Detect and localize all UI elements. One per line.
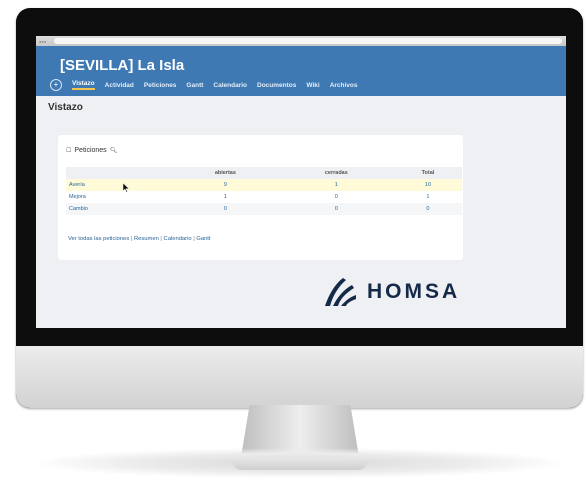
total-count-link[interactable]: 0: [393, 203, 462, 215]
tab-peticiones[interactable]: Peticiones: [144, 82, 177, 89]
issues-box: ☐ Peticiones 🔍︎ abiertas cerradas Total …: [58, 135, 463, 260]
closed-count-link[interactable]: 1: [278, 179, 394, 191]
main-menu: + Vistazo Actividad Peticiones Gantt Cal…: [50, 79, 358, 91]
project-header: [SEVILLA] La Isla + Vistazo Actividad Pe…: [36, 46, 566, 96]
issues-box-header: ☐ Peticiones 🔍︎: [66, 147, 117, 154]
tab-calendario[interactable]: Calendario: [213, 82, 247, 89]
issues-box-title[interactable]: Peticiones: [74, 147, 106, 154]
project-title: [SEVILLA] La Isla: [60, 57, 185, 74]
browser-bar: ●●●: [36, 36, 566, 46]
gantt-link[interactable]: Gantt: [196, 236, 210, 242]
mouse-pointer-icon: [122, 180, 130, 198]
summary-link[interactable]: Resumen: [134, 236, 159, 242]
homsa-logo-mark-icon: [325, 278, 356, 306]
tab-wiki[interactable]: Wiki: [306, 82, 319, 89]
closed-count-link[interactable]: 0: [279, 191, 394, 203]
total-count-link[interactable]: 1: [394, 191, 462, 203]
issues-links: Ver todas las peticiones | Resumen | Cal…: [68, 236, 211, 242]
search-icon[interactable]: 🔍︎: [110, 147, 118, 154]
column-header-cerradas: cerradas: [278, 167, 394, 179]
column-header-total: Total: [393, 167, 462, 179]
calendar-link[interactable]: Calendario: [164, 236, 192, 242]
tab-vistazo[interactable]: Vistazo: [72, 80, 95, 90]
window-controls-icon[interactable]: ●●●: [39, 39, 46, 44]
screen: ●●● [SEVILLA] La Isla + Vistazo Activida…: [36, 36, 566, 328]
column-header-abiertas: abiertas: [172, 167, 279, 179]
open-count-link[interactable]: 1: [172, 191, 279, 203]
column-header: [66, 167, 173, 179]
open-count-link[interactable]: 9: [172, 179, 279, 191]
issues-box-icon: ☐: [66, 148, 72, 154]
address-bar[interactable]: [54, 38, 562, 44]
closed-count-link[interactable]: 0: [278, 203, 394, 215]
page-title: Vistazo: [48, 102, 83, 113]
view-all-issues-link[interactable]: Ver todas las peticiones: [68, 236, 129, 242]
homsa-logo-text: HOMSA: [367, 280, 461, 303]
tracker-link-cambio[interactable]: Cambio: [66, 203, 173, 215]
table-row: Cambio 0 0 0: [66, 203, 462, 215]
stand-base: [232, 458, 368, 470]
tab-documentos[interactable]: Documentos: [257, 82, 296, 89]
homsa-logo: HOMSA: [321, 276, 460, 308]
open-count-link[interactable]: 0: [172, 203, 279, 215]
table-header-row: abiertas cerradas Total: [66, 167, 462, 179]
monitor-chin: [16, 346, 583, 408]
total-count-link[interactable]: 10: [393, 179, 462, 191]
tab-gantt[interactable]: Gantt: [186, 82, 203, 89]
new-object-plus-icon[interactable]: +: [50, 79, 62, 91]
tab-archivos[interactable]: Archivos: [330, 82, 358, 89]
tracker-link-averia[interactable]: Avería: [66, 179, 173, 191]
tab-actividad[interactable]: Actividad: [105, 82, 134, 89]
tracker-link-mejora[interactable]: Mejora: [66, 191, 172, 203]
